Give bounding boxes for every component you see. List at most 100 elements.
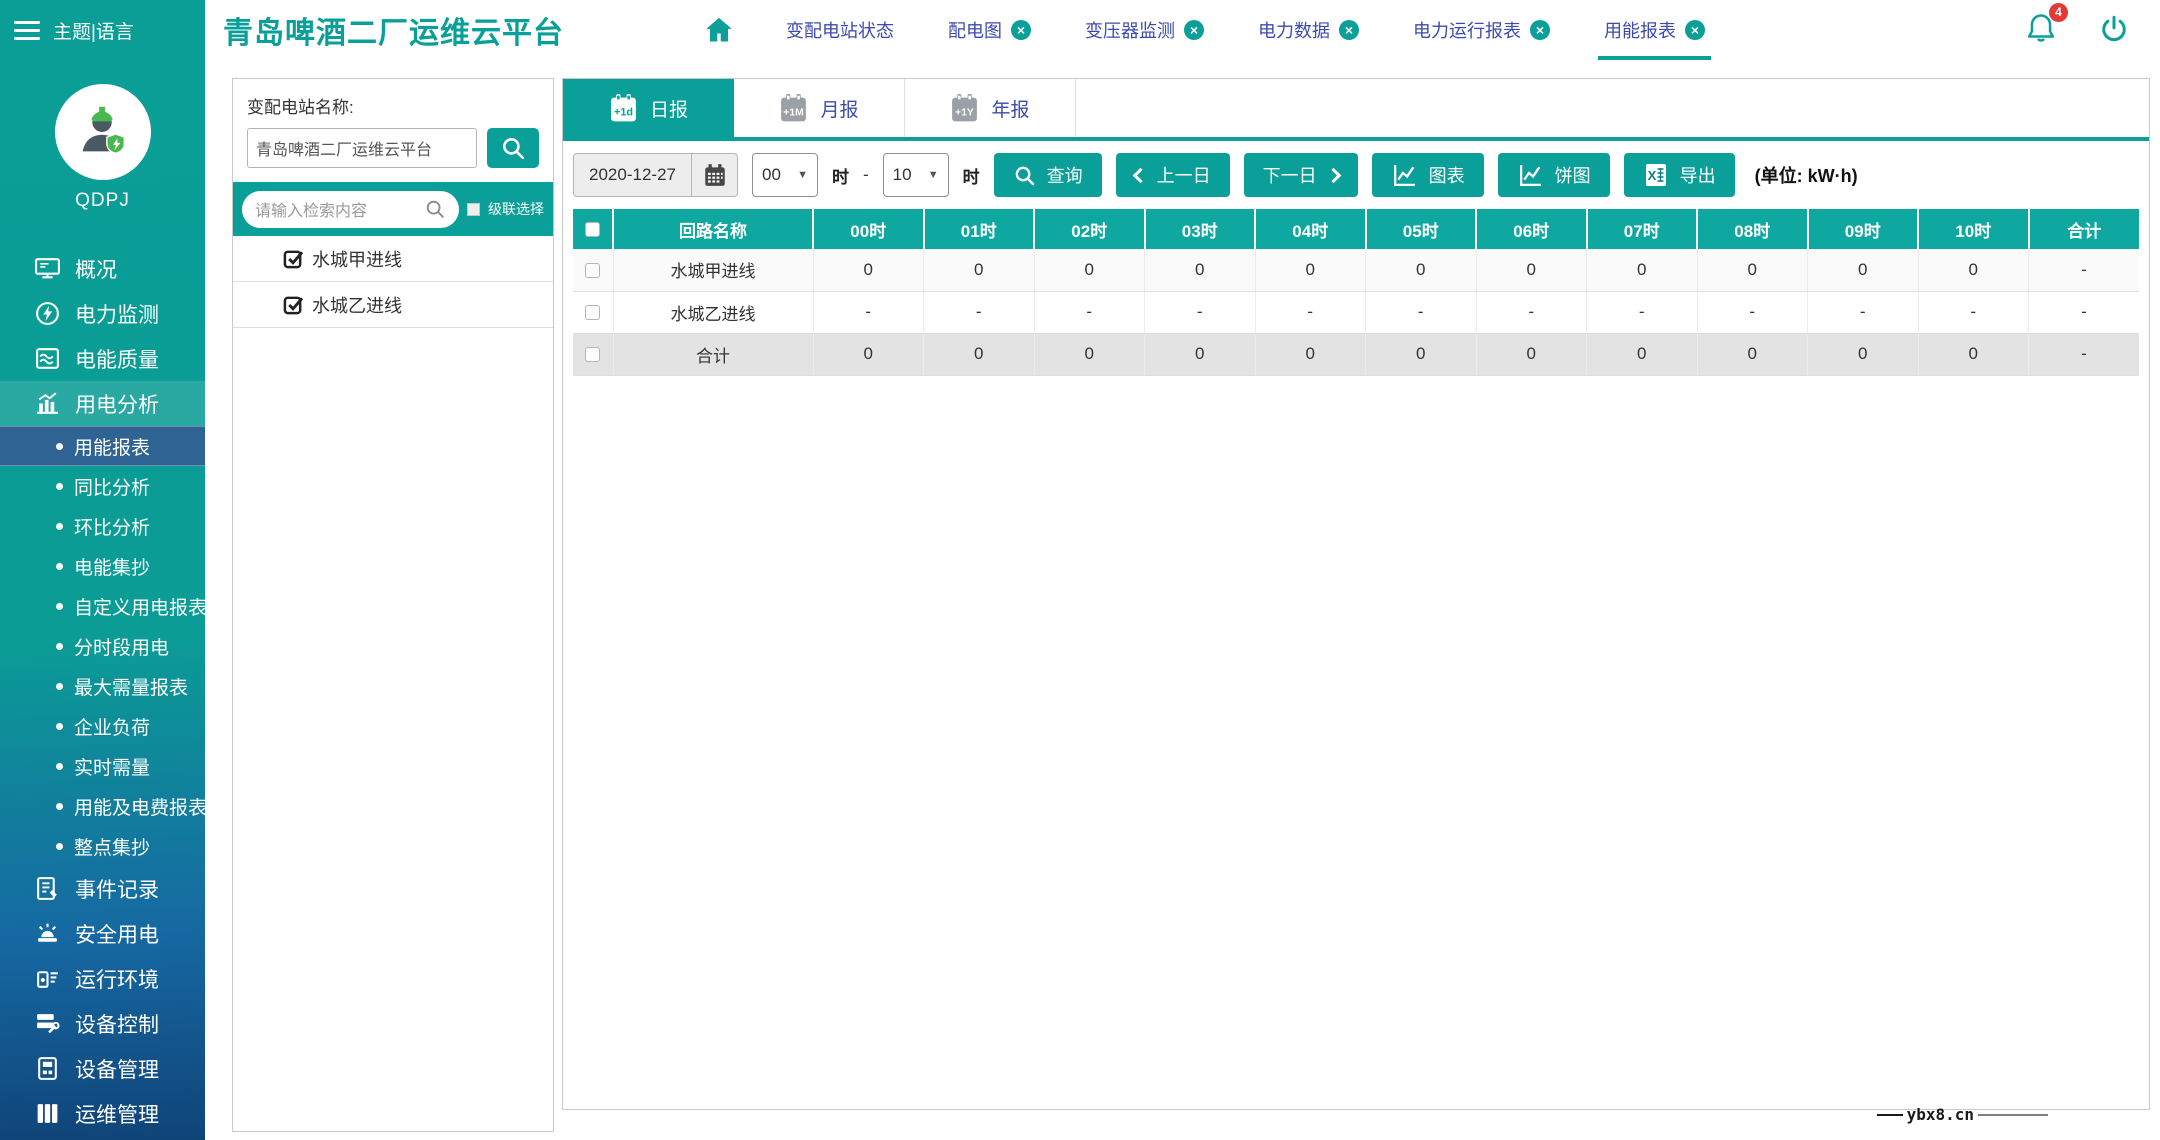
hour-start-select[interactable]: 00 ▼ xyxy=(752,153,818,197)
close-icon[interactable]: × xyxy=(1339,20,1359,40)
sidebar-item-safety[interactable]: 安全用电 xyxy=(0,911,205,956)
close-icon[interactable]: × xyxy=(1530,20,1550,40)
hamburger-menu-icon[interactable] xyxy=(14,21,40,40)
sidebar-item-device-management[interactable]: 设备管理 xyxy=(0,1046,205,1091)
checked-checkbox-icon[interactable] xyxy=(283,294,304,315)
submenu-item-time-period[interactable]: 分时段用电 xyxy=(0,626,205,666)
submenu-label: 自定义用电报表 xyxy=(74,593,207,620)
tree-item-line-a[interactable]: 水城甲进线 xyxy=(233,236,553,282)
sidebar-item-usage-analysis[interactable]: 用电分析 xyxy=(0,381,205,426)
sidebar-item-label: 用电分析 xyxy=(75,389,159,419)
circuit-name-cell: 水城乙进线 xyxy=(613,291,813,333)
notifications-button[interactable]: 4 xyxy=(2024,11,2058,50)
submenu-label: 企业负荷 xyxy=(74,713,150,740)
tab-daily-report[interactable]: +1d 日报 xyxy=(563,79,734,137)
submenu-item-custom-report[interactable]: 自定义用电报表 xyxy=(0,586,205,626)
submenu-item-enterprise-load[interactable]: 企业负荷 xyxy=(0,706,205,746)
tab-yearly-report[interactable]: +1Y 年报 xyxy=(905,79,1076,137)
tree-item-line-b[interactable]: 水城乙进线 xyxy=(233,282,553,328)
query-label: 查询 xyxy=(1047,162,1083,188)
nav-tab-power-report[interactable]: 电力运行报表 × xyxy=(1413,0,1550,60)
avatar[interactable] xyxy=(55,84,151,180)
sidebar-item-power-monitor[interactable]: 电力监测 xyxy=(0,291,205,336)
value-cell: - xyxy=(1034,291,1145,333)
document-icon xyxy=(34,875,61,902)
calendar-year-icon: +1Y xyxy=(950,93,979,124)
submenu-item-energy-fee-report[interactable]: 用能及电费报表 xyxy=(0,786,205,826)
tree-filter-bar: 请输入检索内容 级联选择 xyxy=(233,182,553,236)
table-row: 水城乙进线 - - - - - - - - - - xyxy=(573,291,2139,333)
nav-tab-power-data[interactable]: 电力数据 × xyxy=(1258,0,1359,60)
content-area: 变配电站名称: 请输入检索内容 级联选择 xyxy=(205,60,2160,1140)
station-search-button[interactable] xyxy=(487,128,539,168)
sidebar-item-environment[interactable]: 运行环境 xyxy=(0,956,205,1001)
station-name-input[interactable] xyxy=(247,128,477,168)
logout-button[interactable] xyxy=(2098,14,2130,46)
next-day-button[interactable]: 下一日 xyxy=(1244,153,1358,197)
row-checkbox[interactable] xyxy=(585,347,600,362)
calendar-button[interactable] xyxy=(692,154,737,196)
column-header: 07时 xyxy=(1587,209,1698,249)
submenu-item-mom-analysis[interactable]: 环比分析 xyxy=(0,506,205,546)
close-icon[interactable]: × xyxy=(1011,20,1031,40)
sidebar-item-event-log[interactable]: 事件记录 xyxy=(0,866,205,911)
row-select-cell xyxy=(573,249,613,291)
user-block: QDPJ xyxy=(0,84,205,212)
sidebar-item-device-control[interactable]: 设备控制 xyxy=(0,1001,205,1046)
close-icon[interactable]: × xyxy=(1184,20,1204,40)
watermark-text: ybx8.cn xyxy=(1907,1105,1974,1124)
submenu-item-max-demand[interactable]: 最大需量报表 xyxy=(0,666,205,706)
value-cell: 0 xyxy=(924,333,1035,375)
nav-tab-substation-status[interactable]: 变配电站状态 xyxy=(786,0,894,60)
submenu-item-meter-reading[interactable]: 电能集抄 xyxy=(0,546,205,586)
prev-day-button[interactable]: 上一日 xyxy=(1116,153,1230,197)
export-button[interactable]: X 导出 xyxy=(1624,153,1735,197)
chart-label: 图表 xyxy=(1429,162,1465,188)
column-header: 04时 xyxy=(1255,209,1366,249)
sidebar: 主题|语言 QDPJ 概况 电力监测 xyxy=(0,0,205,1140)
close-icon[interactable]: × xyxy=(1685,20,1705,40)
lightning-circle-icon xyxy=(34,300,61,327)
tab-monthly-report[interactable]: +1M 月报 xyxy=(734,79,905,137)
home-icon xyxy=(704,15,734,45)
column-header: 05时 xyxy=(1366,209,1477,249)
checked-checkbox-icon[interactable] xyxy=(283,248,304,269)
hour-end-select[interactable]: 10 ▼ xyxy=(883,153,949,197)
submenu-item-energy-report[interactable]: 用能报表 xyxy=(0,426,205,466)
sidebar-item-label: 电能质量 xyxy=(75,344,159,374)
pie-chart-button[interactable]: 饼图 xyxy=(1498,153,1610,197)
sidebar-item-overview[interactable]: 概况 xyxy=(0,246,205,291)
tree-search-input[interactable]: 请输入检索内容 xyxy=(242,191,459,228)
report-tab-label: 月报 xyxy=(820,95,858,122)
select-all-checkbox[interactable] xyxy=(585,222,600,237)
value-cell: - xyxy=(1587,291,1698,333)
value-cell: 0 xyxy=(1255,333,1366,375)
sidebar-item-label: 电力监测 xyxy=(75,299,159,329)
date-picker-group: 2020-12-27 xyxy=(573,153,738,197)
query-button[interactable]: 查询 xyxy=(994,153,1102,197)
nav-tab-energy-report[interactable]: 用能报表 × xyxy=(1604,0,1705,60)
theme-language-link[interactable]: 主题|语言 xyxy=(53,17,134,44)
submenu-item-hourly-reading[interactable]: 整点集抄 xyxy=(0,826,205,866)
cascade-checkbox[interactable] xyxy=(467,203,480,216)
row-select-cell xyxy=(573,333,613,375)
date-value[interactable]: 2020-12-27 xyxy=(574,154,692,196)
sidebar-item-power-quality[interactable]: 电能质量 xyxy=(0,336,205,381)
value-cell: - xyxy=(924,291,1035,333)
report-tabs: +1d 日报 +1M 月报 +1Y 年报 xyxy=(563,79,2149,141)
submenu-item-yoy-analysis[interactable]: 同比分析 xyxy=(0,466,205,506)
nav-tab-distribution-diagram[interactable]: 配电图 × xyxy=(948,0,1031,60)
column-header: 10时 xyxy=(1918,209,2029,249)
value-cell: - xyxy=(1476,291,1587,333)
chart-button[interactable]: 图表 xyxy=(1372,153,1484,197)
submenu-item-realtime-demand[interactable]: 实时需量 xyxy=(0,746,205,786)
sidebar-item-ops-management[interactable]: 运维管理 xyxy=(0,1091,205,1136)
row-checkbox[interactable] xyxy=(585,263,600,278)
hour-unit-label: 时 xyxy=(832,163,849,188)
column-header: 01时 xyxy=(924,209,1035,249)
nav-tab-transformer-monitor[interactable]: 变压器监测 × xyxy=(1085,0,1204,60)
row-checkbox[interactable] xyxy=(585,305,600,320)
sensor-icon xyxy=(34,965,61,992)
bullet-icon xyxy=(56,843,63,850)
home-button[interactable] xyxy=(704,15,734,45)
